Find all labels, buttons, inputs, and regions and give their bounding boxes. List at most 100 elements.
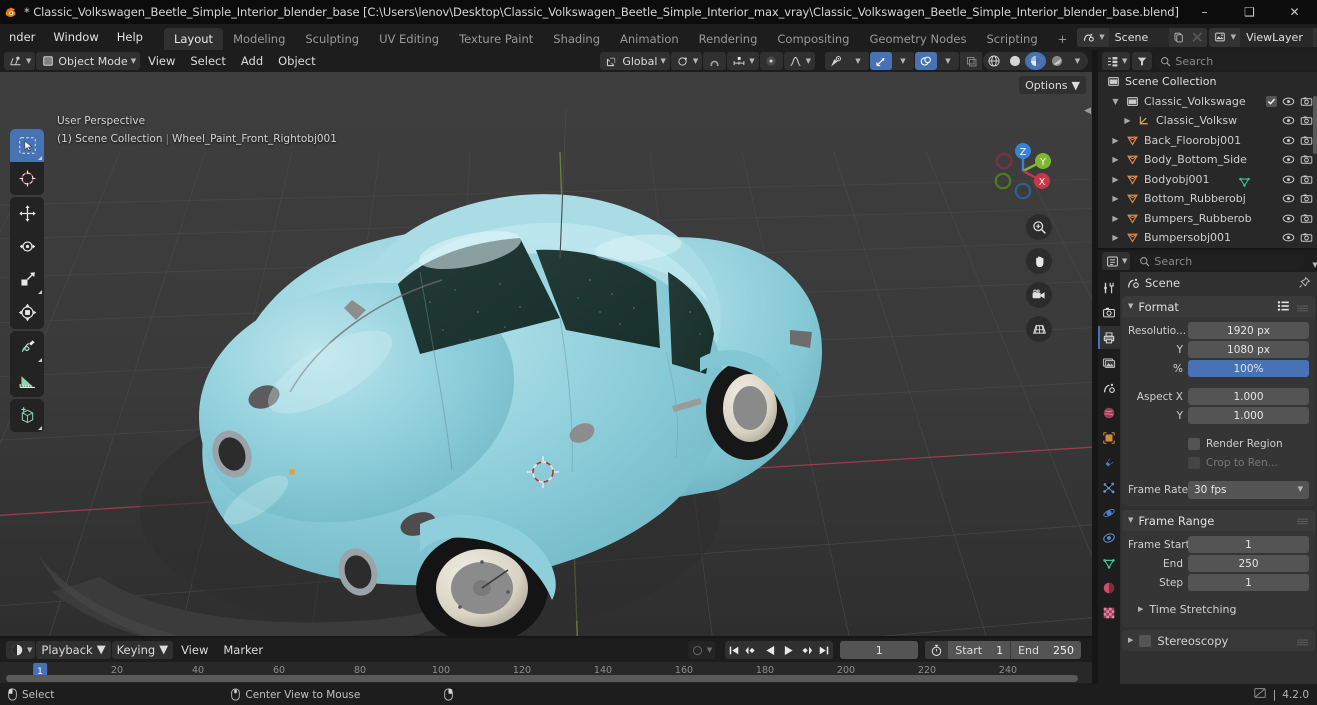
collection-checkbox[interactable] [1266, 95, 1277, 107]
cursor-tool-icon[interactable] [10, 162, 44, 195]
render-camera-icon[interactable] [1300, 150, 1313, 169]
viewport-3d[interactable]: User Perspective (1) Scene Collection | Wh… [0, 72, 1092, 638]
playback-menu[interactable]: Playback ▼ [36, 641, 111, 659]
visibility-eye-icon[interactable] [1282, 92, 1295, 111]
viewport-options-button[interactable]: Options ▼ [1019, 76, 1086, 94]
scene-unlink-icon[interactable]: ✕ [1187, 27, 1207, 47]
tab-texture-paint[interactable]: Texture Paint [449, 28, 543, 50]
proportional-falloff-selector[interactable]: ▼ [783, 52, 815, 70]
outliner-editor-type-selector[interactable]: ▼ [1102, 52, 1131, 70]
render-camera-icon[interactable] [1300, 111, 1313, 130]
tab-object-icon[interactable] [1098, 426, 1120, 449]
render-camera-icon[interactable] [1300, 92, 1313, 111]
visibility-eye-icon[interactable] [1282, 189, 1295, 208]
tweak-select-tool-icon[interactable] [10, 129, 44, 162]
object-visibility-icon[interactable] [825, 52, 847, 70]
annotate-tool-icon[interactable] [10, 331, 44, 364]
pin-icon[interactable] [1298, 274, 1311, 293]
measure-tool-icon[interactable] [10, 364, 44, 397]
timeline-track[interactable]: 20 40 60 80 100 120 140 160 180 200 220 … [0, 662, 1092, 683]
resolution-x-field[interactable]: 1920 px [1188, 322, 1309, 339]
tab-object-data-icon[interactable] [1098, 551, 1120, 574]
tab-world-icon[interactable] [1098, 401, 1120, 424]
scale-tool-icon[interactable] [10, 263, 44, 296]
end-frame-field[interactable]: End 250 [1010, 641, 1081, 659]
tab-viewlayer-icon[interactable] [1098, 351, 1120, 374]
tab-geometry-nodes[interactable]: Geometry Nodes [859, 28, 976, 50]
stereoscopy-disclosure-closed-icon[interactable]: ▶ [1128, 637, 1133, 644]
show-overlays-toggle[interactable] [915, 52, 937, 70]
format-presets-icon[interactable] [1277, 297, 1290, 316]
viewport-sidebar-collapse-icon[interactable]: ◀ [1084, 106, 1091, 116]
time-stretching-disclosure-closed-icon[interactable]: ▶ [1138, 605, 1143, 613]
scene-selector[interactable]: ▼ Scene ✕ [1077, 27, 1207, 47]
tab-layout[interactable]: Layout [163, 28, 224, 50]
tab-constraint-icon[interactable] [1098, 526, 1120, 549]
tab-add-workspace[interactable]: + [1048, 28, 1078, 50]
proportional-edit-toggle[interactable] [759, 52, 783, 70]
visibility-eye-icon[interactable] [1282, 228, 1295, 247]
disclosure-open-icon[interactable]: ▼ [1108, 97, 1123, 106]
outliner-row-scene-collection[interactable]: Scene Collection [1098, 72, 1317, 92]
format-panel-header[interactable]: ▼ Format [1122, 296, 1315, 317]
time-stretching-subpanel[interactable]: ▶ Time Stretching [1128, 599, 1309, 619]
outliner-display-mode-selector[interactable] [1132, 52, 1153, 70]
jump-to-prev-keyframe-button[interactable] [743, 641, 761, 659]
tab-rendering[interactable]: Rendering [689, 28, 768, 50]
tab-shading[interactable]: Shading [543, 28, 610, 50]
tab-animation[interactable]: Animation [610, 28, 689, 50]
outliner-search-box[interactable] [1154, 52, 1317, 70]
menu-help[interactable]: Help [108, 27, 152, 47]
disclosure-closed-icon[interactable]: ▶ [1108, 214, 1123, 223]
tab-modeling[interactable]: Modeling [223, 28, 295, 50]
viewport-menu-add[interactable]: Add [234, 52, 270, 70]
disclosure-closed-icon[interactable]: ▶ [1108, 175, 1123, 184]
tab-scene-icon[interactable] [1098, 376, 1120, 399]
maximize-button[interactable]: ❑ [1227, 0, 1272, 24]
show-gizmo-toggle[interactable] [870, 52, 892, 70]
aspect-y-field[interactable]: 1.000 [1188, 407, 1309, 424]
shading-chevron-down-icon[interactable]: ▼ [1067, 52, 1088, 70]
disclosure-closed-icon[interactable]: ▶ [1108, 155, 1123, 164]
render-camera-icon[interactable] [1300, 228, 1313, 247]
outliner-scrollbar[interactable] [1313, 96, 1317, 154]
render-region-row[interactable]: Render Region [1128, 435, 1309, 452]
interaction-mode-selector[interactable]: Object Mode ▼ [36, 52, 141, 70]
format-disclosure-open-icon[interactable]: ▼ [1128, 303, 1133, 310]
properties-search-box[interactable] [1133, 252, 1306, 270]
render-camera-icon[interactable] [1300, 189, 1313, 208]
outliner-row-collection[interactable]: ▼ Classic_Volkswage [1098, 92, 1317, 112]
frame-end-field[interactable]: 250 [1188, 555, 1309, 572]
play-reverse-button[interactable] [761, 641, 779, 659]
visibility-eye-icon[interactable] [1282, 111, 1295, 130]
shading-solid-button[interactable] [1004, 52, 1025, 70]
pivot-point-selector[interactable]: ▼ [670, 52, 703, 70]
outliner-row-mesh[interactable]: ▶ Bodyobj001 [1098, 170, 1317, 190]
disclosure-closed-icon[interactable]: ▶ [1120, 116, 1135, 125]
outliner-row-mesh[interactable]: ▶ Bumpers_Rubberob [1098, 209, 1317, 229]
zoom-view-icon[interactable] [1026, 214, 1052, 240]
stereoscopy-panel[interactable]: ▶ Stereoscopy [1122, 630, 1315, 651]
jump-to-start-button[interactable] [725, 641, 743, 659]
properties-editor-type-selector[interactable]: ▼ [1102, 252, 1131, 270]
render-region-checkbox[interactable] [1188, 437, 1200, 450]
tab-compositing[interactable]: Compositing [767, 28, 859, 50]
outliner-row-empty[interactable]: ▶ Classic_Volksw [1098, 111, 1317, 131]
tab-uv-editing[interactable]: UV Editing [369, 28, 449, 50]
timeline-menu-marker[interactable]: Marker [216, 641, 270, 659]
use-preview-range-icon[interactable] [925, 641, 948, 659]
viewlayer-new-icon[interactable] [1312, 27, 1317, 47]
close-button[interactable]: ✕ [1272, 0, 1317, 24]
visibility-chevron-down-icon[interactable]: ▼ [847, 52, 869, 70]
visibility-eye-icon[interactable] [1282, 170, 1295, 189]
tab-render-icon[interactable] [1098, 301, 1120, 324]
tab-sculpting[interactable]: Sculpting [295, 28, 369, 50]
frame-range-disclosure-open-icon[interactable]: ▼ [1128, 517, 1133, 524]
snap-magnet-toggle[interactable] [703, 52, 727, 70]
properties-options-chevron-down-icon[interactable]: ▼ [1308, 252, 1317, 271]
gizmo-chevron-down-icon[interactable]: ▼ [892, 52, 914, 70]
visibility-eye-icon[interactable] [1282, 209, 1295, 228]
frame-step-field[interactable]: 1 [1188, 574, 1309, 591]
navigation-gizmo[interactable]: Z Y X [986, 134, 1060, 208]
frame-range-panel-header[interactable]: ▼ Frame Range [1122, 510, 1315, 531]
